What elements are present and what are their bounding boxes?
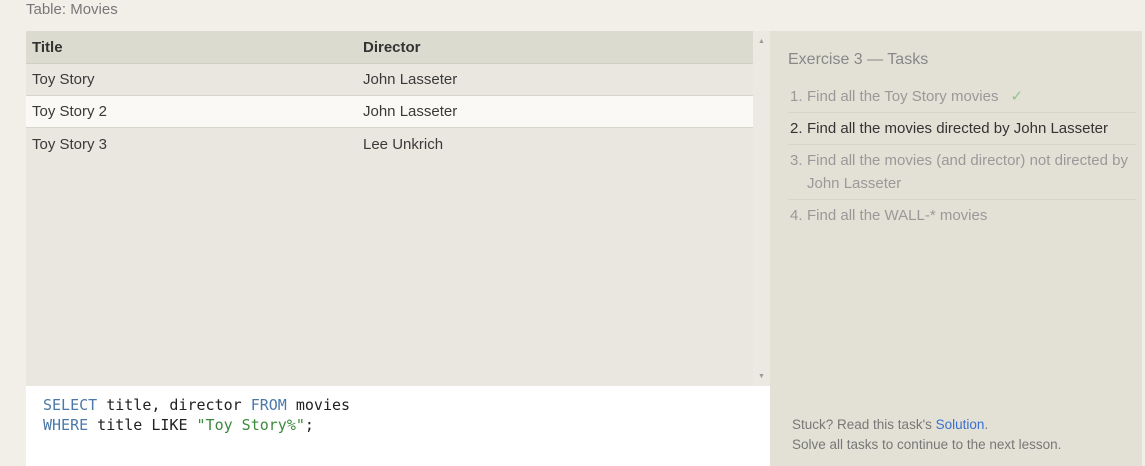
table-row: Toy Story John Lasseter <box>26 64 753 96</box>
help-suffix: . <box>984 417 989 432</box>
table-row: Toy Story 2 John Lasseter <box>26 96 753 128</box>
help-prefix: Stuck? Read this task's <box>792 417 936 432</box>
column-header-director: Director <box>363 38 421 56</box>
task-item: 4. Find all the WALL-* movies <box>788 200 1136 231</box>
cell-title: Toy Story 3 <box>32 135 108 153</box>
cell-title: Toy Story <box>32 71 95 88</box>
task-item: 3. Find all the movies (and director) no… <box>788 145 1136 200</box>
check-icon: ✓ <box>1010 88 1024 105</box>
sql-string: "Toy Story%" <box>196 416 305 434</box>
scroll-up-icon[interactable]: ▲ <box>753 33 770 49</box>
tasks-panel: Exercise 3 — Tasks 1. Find all the Toy S… <box>770 31 1142 466</box>
cell-director: John Lasseter <box>363 71 458 88</box>
sql-text: ; <box>304 416 314 434</box>
help-line-2: Solve all tasks to continue to the next … <box>792 437 1062 452</box>
task-list: 1. Find all the Toy Story movies ✓ 2. Fin… <box>788 81 1136 231</box>
task-number: 3. <box>790 152 803 169</box>
table-header: Title Director <box>26 31 753 64</box>
tasks-title: Exercise 3 — Tasks <box>788 51 929 68</box>
help-text: Stuck? Read this task's Solution. Solve … <box>792 415 1061 455</box>
query-line-2: WHERE title LIKE "Toy Story%"; <box>43 415 770 435</box>
task-item: 1. Find all the Toy Story movies ✓ <box>788 81 1136 113</box>
table-caption: Table: Movies <box>26 1 118 18</box>
sql-text: title LIKE <box>88 416 197 434</box>
scroll-down-icon[interactable]: ▼ <box>753 368 770 384</box>
sql-text: title, director <box>97 396 251 414</box>
task-item: 2. Find all the movies directed by John … <box>788 113 1136 145</box>
cell-title: Toy Story 2 <box>32 103 108 120</box>
task-number: 1. <box>790 88 803 105</box>
table-row: Toy Story 3 Lee Unkrich <box>26 128 753 160</box>
task-text: Find all the movies (and director) not d… <box>807 152 1128 192</box>
task-text: Find all the movies directed by John Las… <box>807 120 1108 137</box>
query-line-1: SELECT title, director FROM movies <box>43 395 770 415</box>
results-scrollbar[interactable]: ▲ ▼ <box>753 31 770 386</box>
cell-director: Lee Unkrich <box>363 135 444 153</box>
sql-query-editor[interactable]: SELECT title, director FROM movies WHERE … <box>26 386 770 466</box>
sql-text: movies <box>286 396 351 414</box>
solution-link[interactable]: Solution <box>936 417 985 432</box>
task-text: Find all the Toy Story movies <box>807 88 999 105</box>
cell-director: John Lasseter <box>363 103 458 120</box>
results-table: Title Director Toy Story John Lasseter T… <box>26 31 770 386</box>
column-header-title: Title <box>32 38 63 56</box>
sql-keyword: FROM <box>250 396 287 414</box>
sql-keyword: SELECT <box>43 396 98 414</box>
sql-keyword: WHERE <box>43 416 89 434</box>
task-number: 2. <box>790 120 803 137</box>
task-text: Find all the WALL-* movies <box>807 207 988 224</box>
task-number: 4. <box>790 207 803 224</box>
